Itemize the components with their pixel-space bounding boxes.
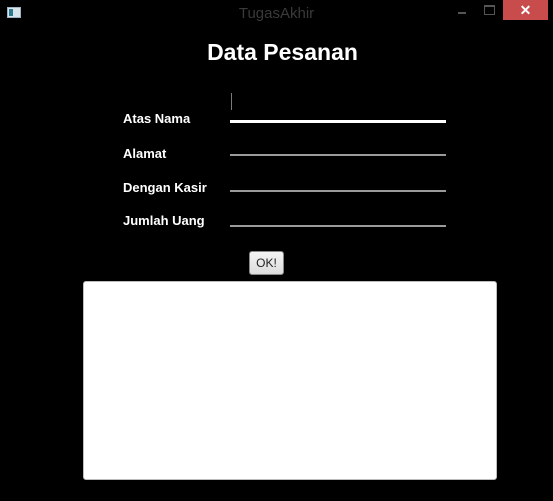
alamat-input[interactable] (230, 134, 446, 156)
dengan-kasir-input[interactable] (230, 170, 446, 192)
output-text-area[interactable] (83, 281, 497, 480)
field-underline (230, 120, 446, 123)
alamat-label: Alamat (123, 146, 167, 161)
jumlah-uang-input[interactable] (230, 205, 446, 227)
atas-nama-input[interactable] (230, 100, 446, 122)
dengan-kasir-label: Dengan Kasir (123, 180, 207, 195)
atas-nama-label: Atas Nama (123, 111, 191, 126)
alamat-field[interactable] (230, 134, 446, 156)
atas-nama-field[interactable] (230, 93, 446, 123)
field-underline (230, 154, 446, 156)
close-icon: ✕ (519, 2, 532, 18)
title-bar[interactable]: TugasAkhir ✕ (0, 0, 553, 26)
field-underline (230, 190, 446, 192)
jumlah-uang-field[interactable] (230, 205, 446, 227)
close-button[interactable]: ✕ (503, 0, 548, 20)
page-title: Data Pesanan (207, 39, 358, 65)
field-underline (230, 225, 446, 227)
dengan-kasir-field[interactable] (230, 170, 446, 192)
maximize-button[interactable] (478, 0, 502, 20)
text-cursor (231, 93, 232, 110)
minimize-button[interactable] (450, 0, 474, 20)
jumlah-uang-label: Jumlah Uang (123, 213, 205, 228)
ok-button[interactable]: OK! (249, 251, 284, 275)
